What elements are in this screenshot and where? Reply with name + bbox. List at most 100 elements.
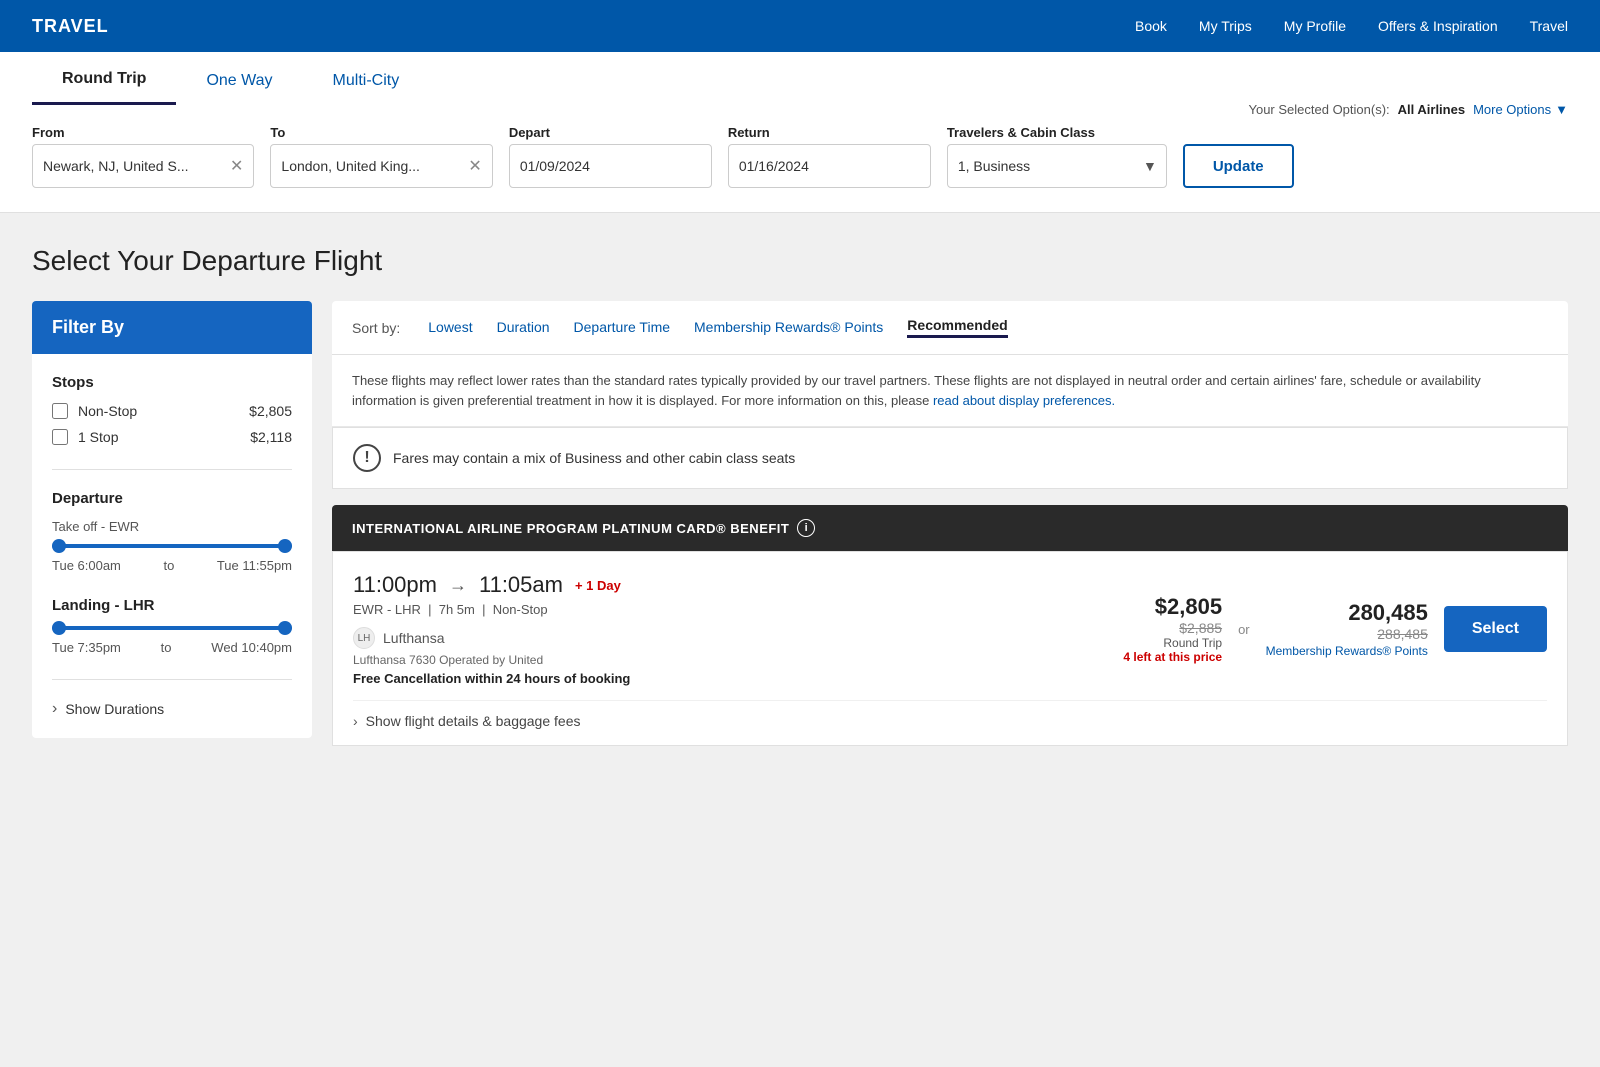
show-durations-row[interactable]: › Show Durations	[52, 700, 292, 718]
nonstop-checkbox[interactable]	[52, 403, 68, 419]
iap-banner: INTERNATIONAL AIRLINE PROGRAM PLATINUM C…	[332, 505, 1568, 551]
update-field-group: Update	[1183, 144, 1294, 188]
stops-section: Stops Non-Stop $2,805 1 Stop $2,118	[52, 374, 292, 445]
stops: Non-Stop	[493, 602, 548, 617]
flight-route-info: EWR - LHR | 7h 5m | Non-Stop	[353, 602, 1107, 617]
points-link[interactable]: Membership Rewards® Points	[1266, 644, 1428, 658]
tab-round-trip[interactable]: Round Trip	[32, 52, 176, 105]
free-cancel: Free Cancellation within 24 hours of boo…	[353, 671, 1107, 686]
points-current: 280,485	[1266, 600, 1428, 626]
to-clear-icon[interactable]: ✕	[468, 156, 481, 176]
departure-slider-left[interactable]	[52, 539, 66, 553]
from-field-group: From ✕	[32, 125, 254, 188]
return-label: Return	[728, 125, 931, 140]
to-label: To	[270, 125, 492, 140]
disclaimer-link[interactable]: read about display preferences.	[933, 393, 1115, 408]
depart-field-group: Depart	[509, 125, 712, 188]
show-details-row[interactable]: › Show flight details & baggage fees	[353, 700, 1547, 729]
search-panel: Round Trip One Way Multi-City Your Selec…	[0, 52, 1600, 213]
nav-my-profile[interactable]: My Profile	[1284, 18, 1346, 34]
flight-info: 11:00pm → 11:05am + 1 Day EWR - LHR | 7h…	[353, 572, 1107, 686]
depart-label: Depart	[509, 125, 712, 140]
landing-to-label: to	[161, 640, 172, 655]
onestop-checkbox[interactable]	[52, 429, 68, 445]
landing-start-label: Tue 7:35pm	[52, 640, 121, 655]
disclaimer-text: These flights may reflect lower rates th…	[352, 373, 1481, 408]
arrive-time: 11:05am	[479, 572, 563, 598]
to-input-wrap[interactable]: ✕	[270, 144, 492, 188]
price-original: $2,885	[1123, 620, 1222, 636]
nav-book[interactable]: Book	[1135, 18, 1167, 34]
sort-departure-time[interactable]: Departure Time	[574, 319, 670, 337]
depart-input-wrap[interactable]	[509, 144, 712, 188]
tab-one-way[interactable]: One Way	[176, 52, 302, 105]
tab-multi-city[interactable]: Multi-City	[303, 52, 430, 105]
select-button[interactable]: Select	[1444, 606, 1547, 652]
departure-slider[interactable]	[52, 544, 292, 548]
filter-item-nonstop: Non-Stop $2,805	[52, 403, 292, 419]
sort-recommended[interactable]: Recommended	[907, 317, 1007, 338]
landing-title: Landing - LHR	[52, 597, 292, 614]
or-divider: or	[1238, 622, 1250, 637]
filter-panel: Filter By Stops Non-Stop $2,805 1 Stop $…	[32, 301, 312, 738]
selected-options: Your Selected Option(s): All Airlines Mo…	[1248, 102, 1568, 117]
chevron-down-icon: ▼	[1555, 102, 1568, 117]
from-input[interactable]	[43, 158, 224, 174]
landing-slider-left[interactable]	[52, 621, 66, 635]
from-clear-icon[interactable]: ✕	[230, 156, 243, 176]
selected-options-value: All Airlines	[1398, 102, 1465, 117]
section-title: Select Your Departure Flight	[32, 245, 1568, 277]
flight-card: 11:00pm → 11:05am + 1 Day EWR - LHR | 7h…	[332, 551, 1568, 746]
price-urgency: 4 left at this price	[1123, 650, 1222, 664]
stops-title: Stops	[52, 374, 292, 391]
landing-end-label: Wed 10:40pm	[211, 640, 292, 655]
return-field-group: Return	[728, 125, 931, 188]
sort-lowest[interactable]: Lowest	[428, 319, 472, 337]
price-main: $2,805 $2,885 Round Trip 4 left at this …	[1123, 594, 1222, 664]
travelers-label: Travelers & Cabin Class	[947, 125, 1167, 140]
nav-travel[interactable]: Travel	[1530, 18, 1568, 34]
chevron-right-icon: ›	[52, 700, 57, 718]
airline-name: Lufthansa	[383, 630, 445, 646]
content-layout: Filter By Stops Non-Stop $2,805 1 Stop $…	[32, 301, 1568, 746]
to-field-group: To ✕	[270, 125, 492, 188]
navigation: TRAVEL Book My Trips My Profile Offers &…	[0, 0, 1600, 52]
to-input[interactable]	[281, 158, 462, 174]
route: EWR - LHR	[353, 602, 421, 617]
price-section: $2,805 $2,885 Round Trip 4 left at this …	[1123, 594, 1547, 664]
info-icon: !	[353, 444, 381, 472]
show-durations-label: Show Durations	[65, 701, 164, 717]
trip-type-tabs: Round Trip One Way Multi-City	[32, 52, 429, 105]
nav-offers[interactable]: Offers & Inspiration	[1378, 18, 1498, 34]
travelers-field-group: Travelers & Cabin Class 1, Business ▼	[947, 125, 1167, 188]
landing-slider[interactable]	[52, 626, 292, 630]
departure-slider-right[interactable]	[278, 539, 292, 553]
nav-my-trips[interactable]: My Trips	[1199, 18, 1252, 34]
price-current: $2,805	[1123, 594, 1222, 620]
travelers-select[interactable]: 1, Business	[947, 144, 1167, 188]
flight-main-row: 11:00pm → 11:05am + 1 Day EWR - LHR | 7h…	[353, 572, 1547, 686]
chevron-right-icon: ›	[353, 713, 358, 729]
more-options-link[interactable]: More Options ▼	[1473, 102, 1568, 117]
sort-membership-rewards[interactable]: Membership Rewards® Points	[694, 319, 883, 337]
brand-logo: TRAVEL	[32, 16, 109, 37]
points-section: 280,485 288,485 Membership Rewards® Poin…	[1266, 600, 1428, 658]
return-input[interactable]	[739, 158, 920, 174]
iap-info-icon[interactable]: i	[797, 519, 815, 537]
airline-logo: LH	[353, 627, 375, 649]
departure-start-label: Tue 6:00am	[52, 558, 121, 573]
info-text: Fares may contain a mix of Business and …	[393, 450, 795, 466]
points-original: 288,485	[1266, 626, 1428, 642]
depart-input[interactable]	[520, 158, 701, 174]
return-input-wrap[interactable]	[728, 144, 931, 188]
iap-banner-text: INTERNATIONAL AIRLINE PROGRAM PLATINUM C…	[352, 521, 789, 536]
more-options-label: More Options	[1473, 102, 1551, 117]
sort-duration[interactable]: Duration	[497, 319, 550, 337]
landing-slider-fill	[52, 626, 292, 630]
show-details-label: Show flight details & baggage fees	[366, 713, 581, 729]
update-button[interactable]: Update	[1183, 144, 1294, 188]
departure-title: Departure	[52, 490, 292, 507]
landing-slider-right[interactable]	[278, 621, 292, 635]
from-input-wrap[interactable]: ✕	[32, 144, 254, 188]
depart-time: 11:00pm	[353, 572, 437, 598]
